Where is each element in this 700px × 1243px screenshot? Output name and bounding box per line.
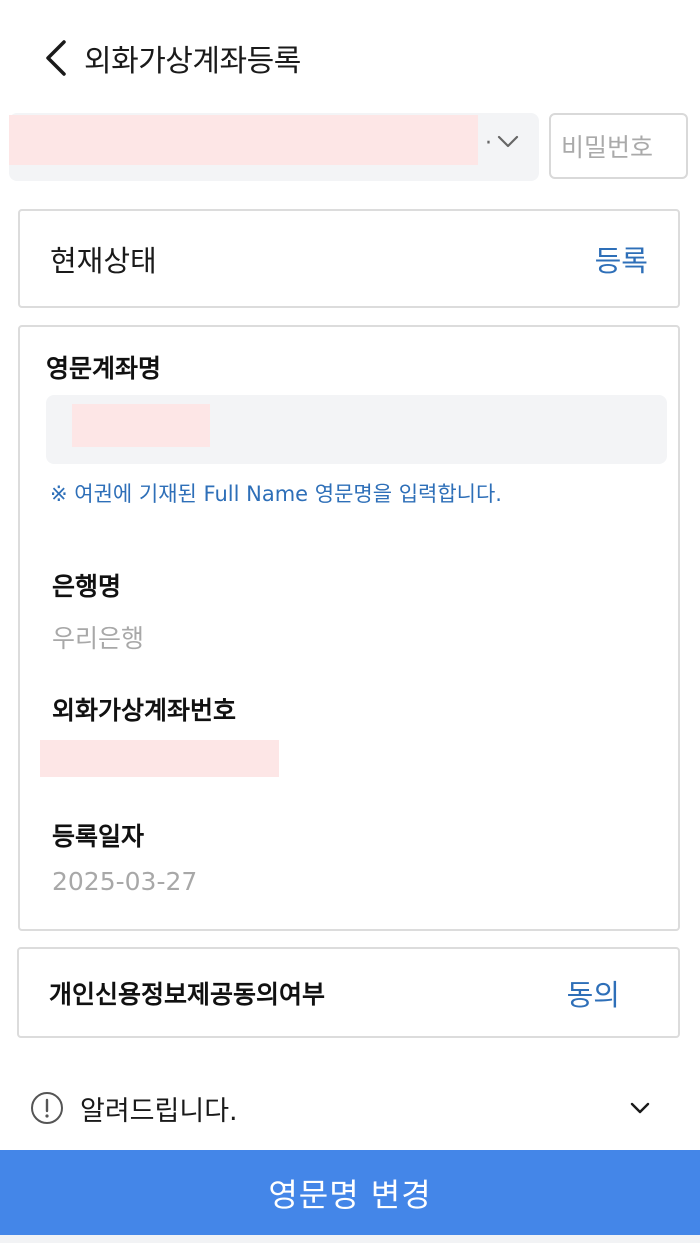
notice-accordion[interactable]: 알려드립니다.: [30, 1086, 660, 1130]
registration-date-label: 등록일자: [52, 822, 145, 851]
redacted-account-number: [9, 115, 478, 165]
redacted-eng-name: [72, 404, 210, 447]
eng-name-label: 영문계좌명: [46, 354, 162, 383]
change-english-name-button[interactable]: 영문명 변경: [0, 1150, 700, 1235]
page-title: 외화가상계좌등록: [84, 44, 301, 79]
bank-value: 우리은행: [52, 624, 145, 653]
consent-label: 개인신용정보제공동의여부: [49, 979, 326, 1009]
page: 외화가상계좌등록 · 비밀번호 현재상태 등록 영문계좌명 ※ 여권에 기재된 …: [0, 0, 700, 1243]
back-button[interactable]: [36, 38, 76, 78]
virtual-account-label: 외화가상계좌번호: [52, 696, 237, 725]
account-selector[interactable]: ·: [9, 113, 539, 181]
status-label: 현재상태: [50, 243, 157, 278]
eng-name-field[interactable]: [46, 395, 667, 464]
account-separator: ·: [485, 131, 492, 156]
back-arrow-icon: [46, 40, 66, 76]
consent-value: 동의: [566, 977, 620, 1012]
redacted-virtual-account-number: [40, 740, 279, 777]
info-circle-icon: [31, 1092, 63, 1124]
bottom-strip: [0, 1235, 700, 1243]
chevron-down-icon: [630, 1102, 650, 1114]
chevron-down-icon: [497, 135, 519, 148]
bank-label: 은행명: [52, 572, 122, 601]
status-card: 현재상태 등록: [18, 209, 680, 308]
password-field[interactable]: 비밀번호: [549, 113, 688, 179]
status-value: 등록: [594, 243, 648, 278]
account-details-card: 영문계좌명 ※ 여권에 기재된 Full Name 영문명을 입력합니다. 은행…: [18, 325, 680, 931]
header: 외화가상계좌등록: [0, 20, 700, 96]
consent-card: 개인신용정보제공동의여부 동의: [17, 947, 680, 1038]
registration-date-value: 2025-03-27: [52, 867, 198, 896]
notice-title: 알려드립니다.: [80, 1095, 238, 1127]
eng-name-notice: ※ 여권에 기재된 Full Name 영문명을 입력합니다.: [50, 482, 502, 506]
